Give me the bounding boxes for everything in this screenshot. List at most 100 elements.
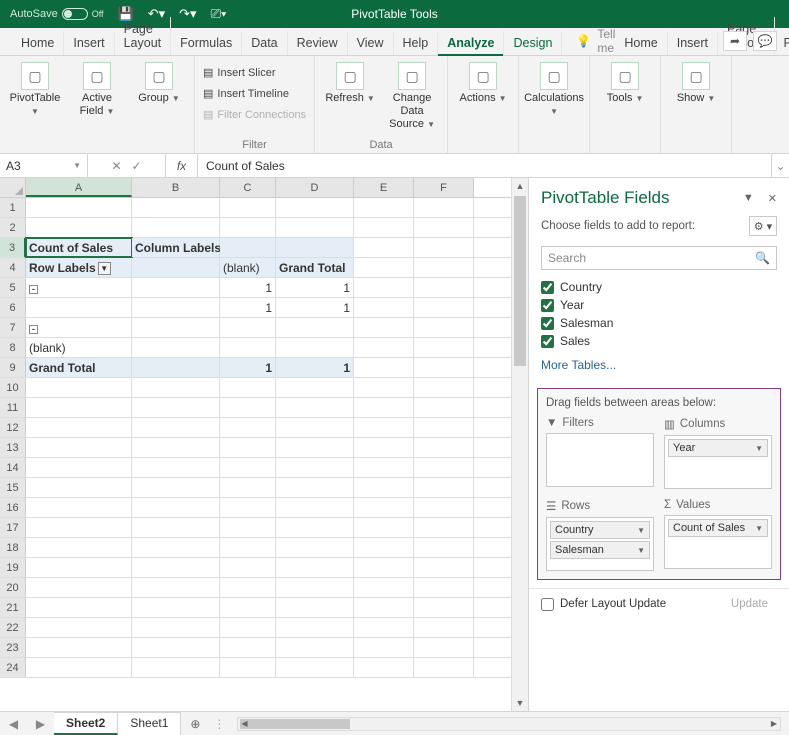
cell-B13[interactable] [132,438,220,457]
cell-C11[interactable] [220,398,276,417]
add-sheet-button[interactable]: ⊕ [181,717,209,731]
cell-D23[interactable] [276,638,354,657]
cell-B23[interactable] [132,638,220,657]
cell-F20[interactable] [414,578,474,597]
cell-A15[interactable] [26,478,132,497]
row-header-15[interactable]: 15 [0,478,26,497]
expand-icon[interactable]: - [29,325,38,334]
cell-E14[interactable] [354,458,414,477]
scrollbar-thumb[interactable] [514,196,526,366]
field-search[interactable]: Search 🔍 [541,246,777,270]
cell-A4[interactable]: Row Labels▼ [26,258,132,277]
row-header-17[interactable]: 17 [0,518,26,537]
scroll-up-icon[interactable]: ▲ [512,178,528,194]
calculations-button[interactable]: ▢ Calculations ▼ [527,60,581,118]
hscroll-thumb[interactable] [240,719,350,729]
row-header-21[interactable]: 21 [0,598,26,617]
cell-F11[interactable] [414,398,474,417]
cell-E19[interactable] [354,558,414,577]
area-item-year[interactable]: Year▼ [668,439,768,457]
cell-A6[interactable] [26,298,132,317]
cell-E16[interactable] [354,498,414,517]
tab-home[interactable]: Home [12,31,64,55]
cell-C5[interactable]: 1 [220,278,276,297]
cell-D2[interactable] [276,218,354,237]
area-item-count-of-sales[interactable]: Count of Sales▼ [668,519,768,537]
row-header-4[interactable]: 4 [0,258,26,277]
cell-B6[interactable] [132,298,220,317]
cell-A23[interactable] [26,638,132,657]
cell-C14[interactable] [220,458,276,477]
insert-timeline-button[interactable]: ▤Insert Timeline [203,85,306,102]
cell-A17[interactable] [26,518,132,537]
expand-icon[interactable]: - [29,285,38,294]
cell-F10[interactable] [414,378,474,397]
cell-A20[interactable] [26,578,132,597]
cell-E1[interactable] [354,198,414,217]
cell-D11[interactable] [276,398,354,417]
cell-F5[interactable] [414,278,474,297]
column-header-F[interactable]: F [414,178,474,197]
area-rows[interactable]: ☰Rows Country▼Salesman▼ [546,499,654,571]
row-header-3[interactable]: 3 [0,238,26,257]
cell-A13[interactable] [26,438,132,457]
cell-E23[interactable] [354,638,414,657]
show-button[interactable]: ▢ Show ▼ [669,60,723,105]
sheet-tab-sheet2[interactable]: Sheet2 [54,712,118,735]
cell-A2[interactable] [26,218,132,237]
actions-button[interactable]: ▢ Actions ▼ [456,60,510,105]
cell-D15[interactable] [276,478,354,497]
cell-A16[interactable] [26,498,132,517]
cell-D1[interactable] [276,198,354,217]
cell-E20[interactable] [354,578,414,597]
cell-C17[interactable] [220,518,276,537]
name-box[interactable]: A3 ▼ [0,154,88,177]
cell-C6[interactable]: 1 [220,298,276,317]
cell-B5[interactable] [132,278,220,297]
cell-F9[interactable] [414,358,474,377]
cell-F4[interactable] [414,258,474,277]
cell-F18[interactable] [414,538,474,557]
field-checkbox[interactable] [541,335,554,348]
share-button[interactable]: ➦ [723,31,747,51]
cell-B20[interactable] [132,578,220,597]
row-header-18[interactable]: 18 [0,538,26,557]
row-header-12[interactable]: 12 [0,418,26,437]
cell-B3[interactable]: Column Labels▼ [132,238,220,257]
change-data-source-button[interactable]: ▢ Change DataSource ▼ [385,60,439,131]
cell-F16[interactable] [414,498,474,517]
cell-F22[interactable] [414,618,474,637]
tab-review[interactable]: Review [288,31,348,55]
cell-B22[interactable] [132,618,220,637]
cell-D7[interactable] [276,318,354,337]
cell-E3[interactable] [354,238,414,257]
cell-C21[interactable] [220,598,276,617]
area-item-salesman[interactable]: Salesman▼ [550,541,650,559]
row-header-22[interactable]: 22 [0,618,26,637]
cell-C1[interactable] [220,198,276,217]
cell-C10[interactable] [220,378,276,397]
row-header-20[interactable]: 20 [0,578,26,597]
cell-D10[interactable] [276,378,354,397]
cell-C16[interactable] [220,498,276,517]
cell-F12[interactable] [414,418,474,437]
cell-C7[interactable] [220,318,276,337]
cell-C15[interactable] [220,478,276,497]
row-header-16[interactable]: 16 [0,498,26,517]
cell-B17[interactable] [132,518,220,537]
pane-menu-icon[interactable]: ▼ [743,192,754,205]
column-header-D[interactable]: D [276,178,354,197]
prev-sheet-icon[interactable]: ◀ [9,717,18,731]
cell-D4[interactable]: Grand Total [276,258,354,277]
area-columns[interactable]: ▥Columns Year▼ [664,417,772,489]
cell-D12[interactable] [276,418,354,437]
area-values[interactable]: ΣValues Count of Sales▼ [664,499,772,571]
scroll-left-icon[interactable]: ◀ [237,717,251,731]
cell-E4[interactable] [354,258,414,277]
filter-dropdown-icon[interactable]: ▼ [98,262,111,275]
row-header-2[interactable]: 2 [0,218,26,237]
update-button[interactable]: Update [722,595,777,613]
cell-C4[interactable]: (blank) [220,258,276,277]
touch-mode-icon[interactable]: ⎚▾ [211,6,227,22]
cell-D16[interactable] [276,498,354,517]
